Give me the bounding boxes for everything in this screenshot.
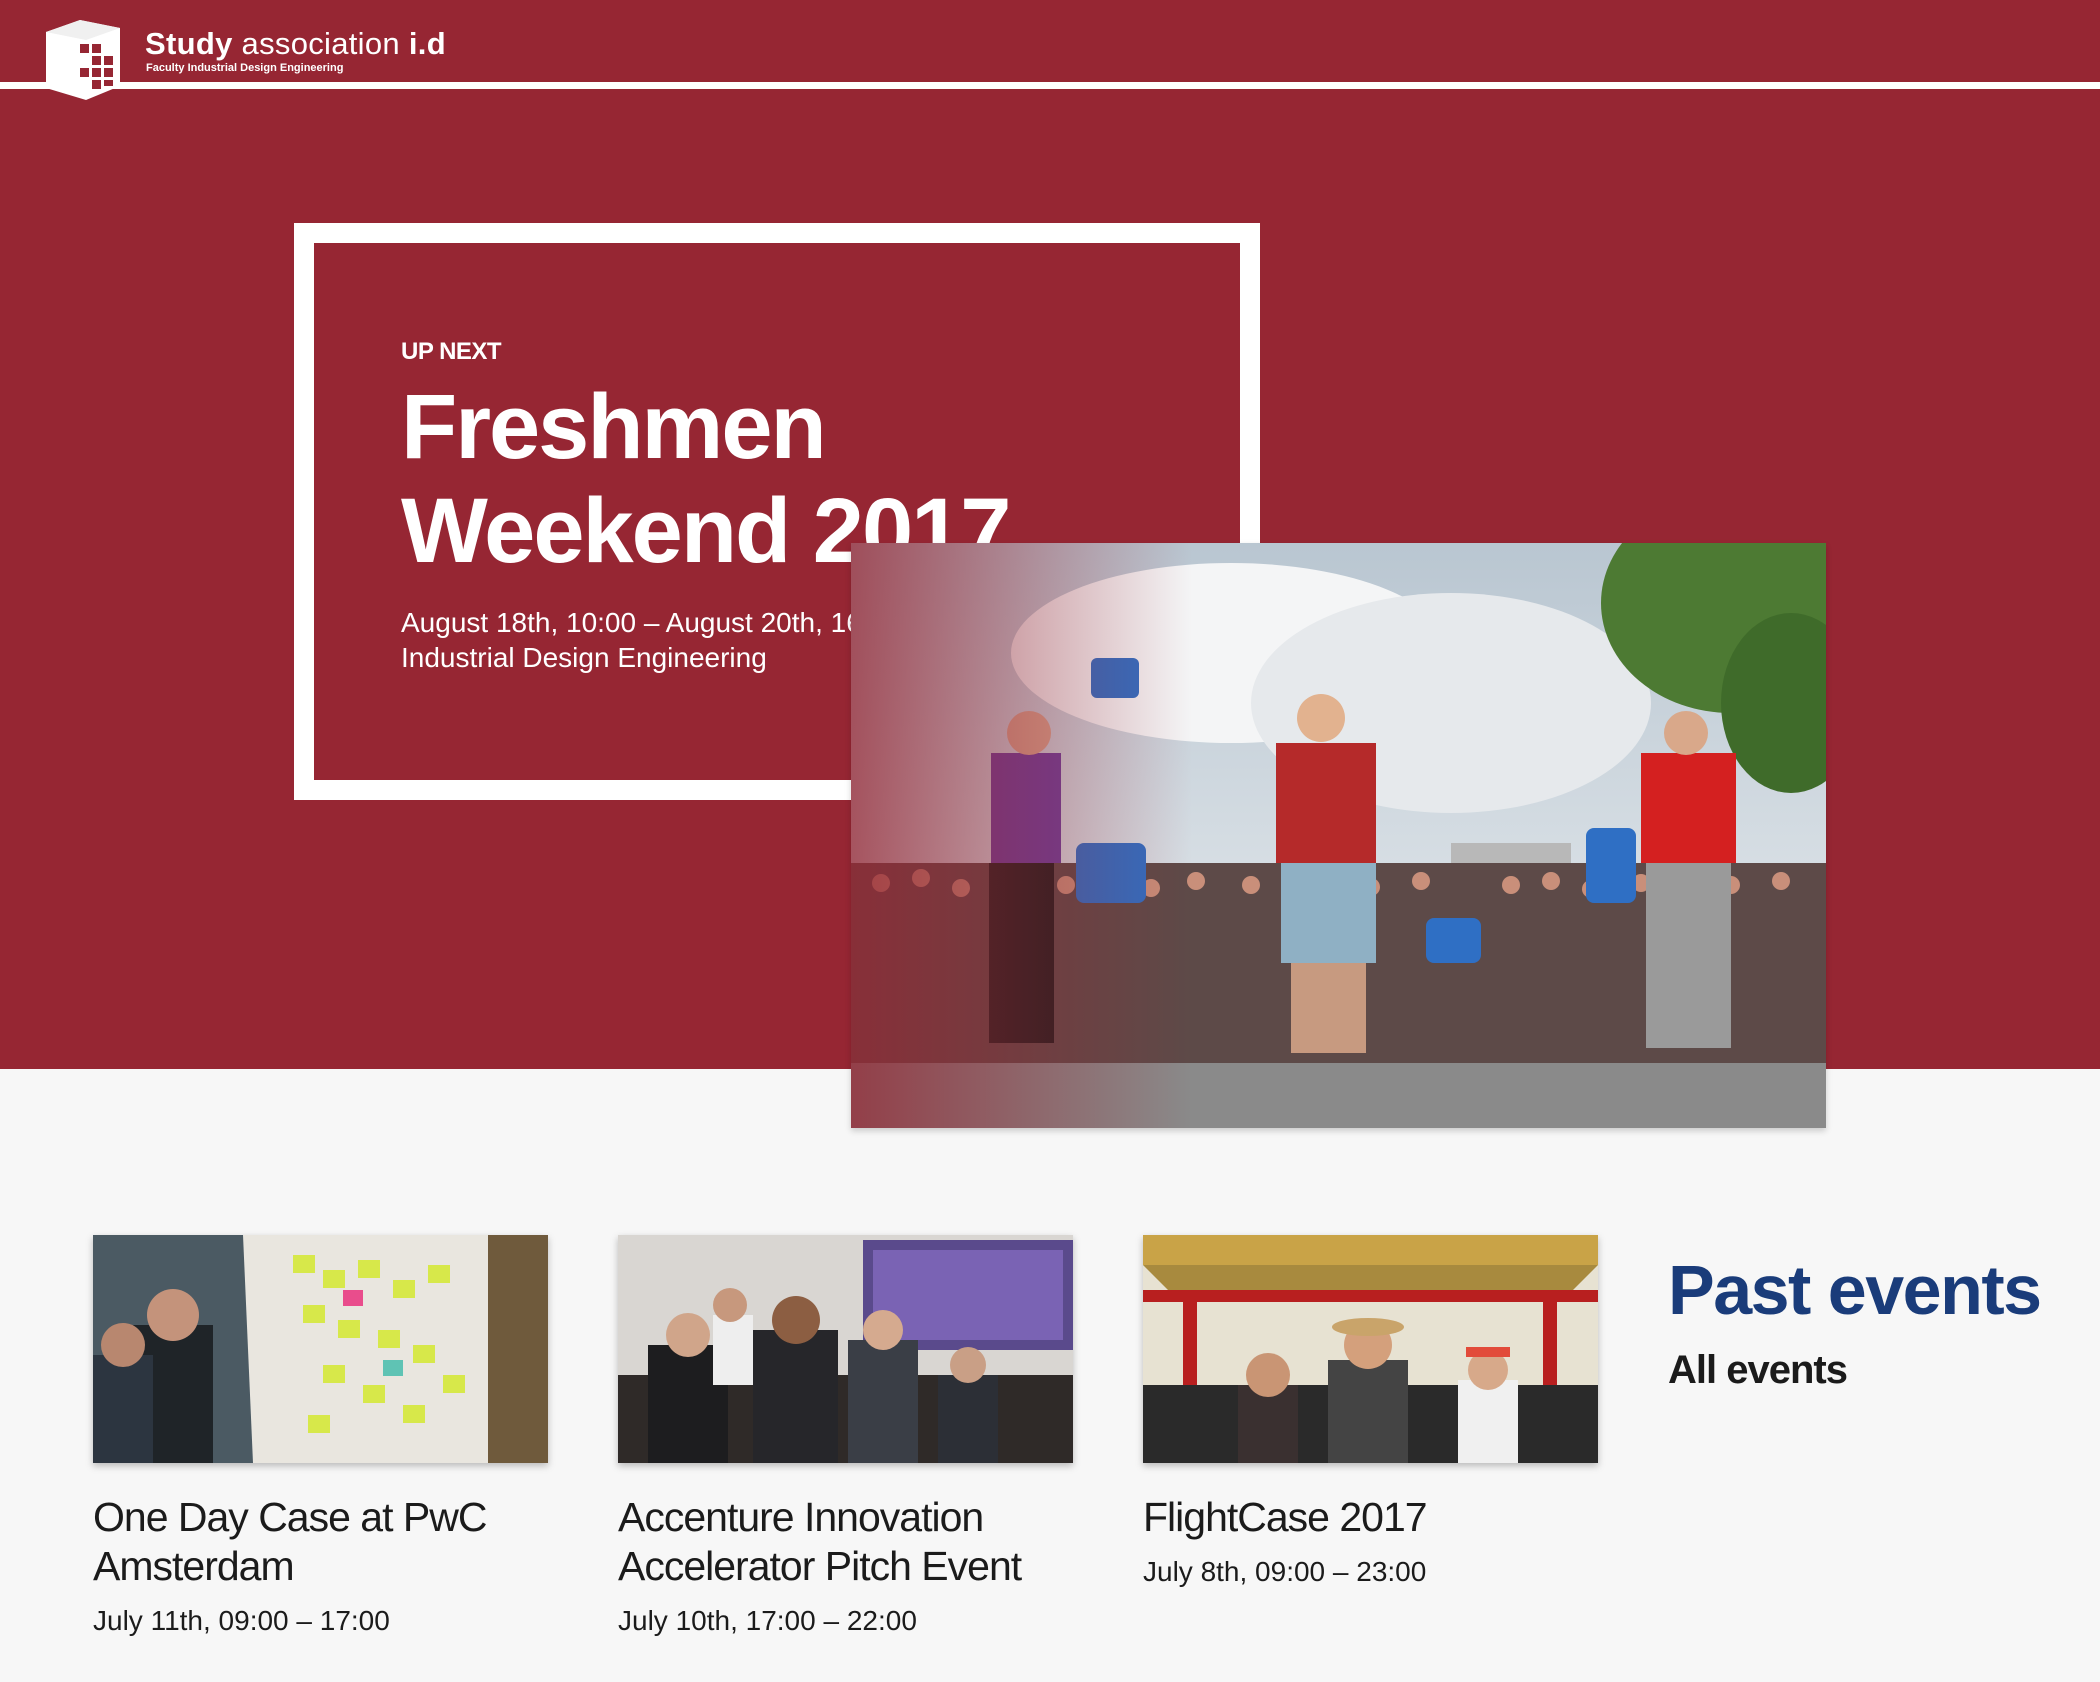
past-event-card[interactable]: Accenture Innovation Accelerator Pitch E…	[618, 1235, 1073, 1637]
logo-subtitle: Faculty Industrial Design Engineering	[146, 62, 344, 74]
past-event-title: One Day Case at PwC Amsterdam	[93, 1494, 487, 1589]
past-event-card[interactable]: FlightCase 2017 July 8th, 09:00 – 23:00	[1143, 1235, 1598, 1588]
top-navigation-bar: Study association i.d Faculty Industrial…	[0, 0, 2100, 100]
past-event-thumbnail	[618, 1235, 1073, 1463]
networking-event-image	[618, 1235, 1073, 1463]
study-association-logo-icon	[46, 20, 120, 100]
logo-wordmark: Study association i.d	[145, 26, 446, 61]
all-events-link[interactable]: All events	[1668, 1348, 1848, 1393]
past-event-title: Accenture Innovation Accelerator Pitch E…	[618, 1494, 1022, 1589]
flightcase-festival-image	[1143, 1235, 1598, 1463]
past-events-heading: Past events	[1668, 1251, 2042, 1329]
past-event-date: July 8th, 09:00 – 23:00	[1143, 1556, 1427, 1587]
freshmen-weekend-photo-image	[851, 543, 1826, 1128]
up-next-event-photo[interactable]	[851, 543, 1826, 1128]
home-logo-link[interactable]: Study association i.d Faculty Industrial…	[40, 16, 460, 106]
past-event-title: FlightCase 2017	[1143, 1494, 1428, 1540]
sticky-notes-wall-image	[93, 1235, 548, 1463]
past-event-card[interactable]: One Day Case at PwC Amsterdam July 11th,…	[93, 1235, 548, 1637]
past-event-thumbnail	[1143, 1235, 1598, 1463]
past-event-date: July 11th, 09:00 – 17:00	[93, 1605, 390, 1636]
up-next-label: UP NEXT	[401, 338, 502, 365]
past-event-date: July 10th, 17:00 – 22:00	[618, 1605, 917, 1636]
past-event-thumbnail	[93, 1235, 548, 1463]
